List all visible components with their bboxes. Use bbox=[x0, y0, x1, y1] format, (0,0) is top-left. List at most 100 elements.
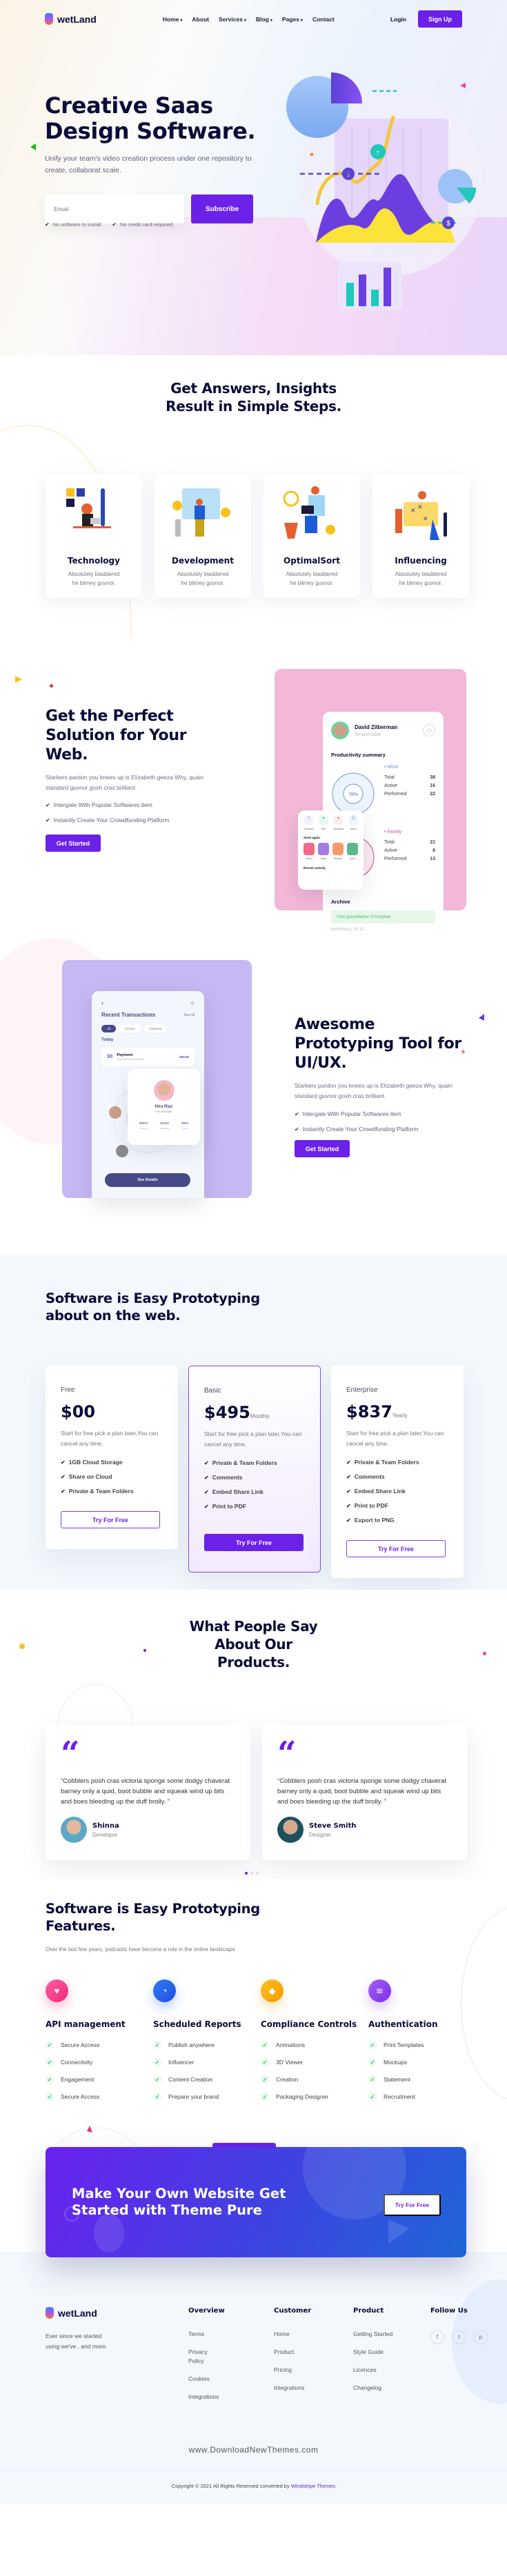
contact-item[interactable]: John bbox=[347, 843, 358, 860]
payment-item[interactable]: ✉ Payment Payment from Andrea $30.00 bbox=[101, 1048, 195, 1066]
nav-services[interactable]: Services ▾ bbox=[219, 16, 246, 23]
carousel-dot[interactable] bbox=[256, 1872, 259, 1875]
quick-actions: ↑ Transfer ▪ Bill ▪ Request ⁞⁞ More bbox=[304, 816, 358, 830]
get-started-button[interactable]: Get Started bbox=[295, 1140, 350, 1157]
footer-link[interactable]: Licences bbox=[353, 2366, 430, 2375]
try-free-button[interactable]: Try For Free bbox=[346, 1540, 446, 1557]
chevron-down-icon: ▾ bbox=[270, 18, 272, 23]
back-icon[interactable]: ‹ bbox=[101, 999, 103, 1006]
see-all-link[interactable]: See all bbox=[184, 1013, 195, 1017]
step-card-title: Influencing bbox=[395, 556, 447, 566]
archive-meta: performed | 09.12 bbox=[331, 928, 364, 932]
feature-item: ✓ Animations bbox=[261, 2041, 364, 2049]
footer-link[interactable]: Cookies bbox=[188, 2375, 274, 2384]
plus-decoration-icon: + bbox=[461, 1047, 466, 1057]
search-icon[interactable]: ○ bbox=[191, 999, 195, 1006]
facebook-icon[interactable]: f bbox=[430, 2330, 444, 2344]
plan-description: Start for free pick a plan later,You can… bbox=[61, 1430, 159, 1447]
profile-role: UX/UI Designer bbox=[155, 1110, 172, 1113]
plan-description: Start for free pick a plan later,You can… bbox=[204, 1430, 302, 1448]
footer-link[interactable]: Pricing bbox=[274, 2366, 353, 2375]
recent-activity-label: Recent activity bbox=[304, 866, 326, 870]
triangle-decoration-icon bbox=[30, 143, 36, 150]
footer-link[interactable]: Style Guide bbox=[353, 2348, 430, 2357]
check-icon: ✓ bbox=[261, 2058, 269, 2066]
footer-link[interactable]: Home bbox=[274, 2330, 353, 2339]
carousel-dot[interactable] bbox=[245, 1872, 248, 1875]
get-started-button[interactable]: Get Started bbox=[46, 835, 101, 852]
login-link[interactable]: Login bbox=[390, 16, 406, 23]
nav-home[interactable]: Home ▾ bbox=[163, 16, 183, 23]
dot-decoration bbox=[19, 1644, 25, 1649]
tab-expense[interactable]: Expense bbox=[143, 1025, 168, 1032]
action-transfer[interactable]: ↑ Transfer bbox=[304, 816, 314, 830]
influencing-illustration: ✕✕✕ bbox=[395, 491, 447, 540]
twitter-icon[interactable]: t bbox=[452, 2330, 466, 2344]
footer-link[interactable]: Product bbox=[274, 2348, 353, 2357]
action-request[interactable]: ▪ Request bbox=[333, 816, 344, 830]
feature-item: ✓ Publish anywhere bbox=[153, 2041, 257, 2049]
hero-subtitle: Unify your team's video creation process… bbox=[45, 154, 252, 174]
testimonial-text: “Cobblers posh cras victoria sponge some… bbox=[277, 1777, 447, 1806]
see-details-button[interactable]: See Details bbox=[105, 1173, 190, 1187]
nav-contact[interactable]: Contact bbox=[312, 16, 335, 23]
contact-item[interactable]: Bobby bbox=[332, 843, 344, 860]
watermark: www.DownloadNewThemes.com bbox=[188, 2445, 319, 2455]
action-bill[interactable]: ▪ Bill bbox=[319, 816, 328, 830]
contact-item[interactable]: Sam bbox=[318, 843, 329, 860]
tab-all[interactable]: All bbox=[101, 1025, 117, 1032]
signup-button[interactable]: Sign Up bbox=[418, 10, 462, 28]
footer-logo[interactable]: wetLand bbox=[46, 2307, 188, 2319]
profile-row: David Zilberman Responsible ⚇ bbox=[323, 712, 444, 739]
plan-price: $00 bbox=[61, 1402, 96, 1421]
feature-title: Scheduled Reports bbox=[153, 2019, 241, 2029]
tab-income[interactable]: Income bbox=[119, 1025, 141, 1032]
feature-title: Authentication bbox=[368, 2019, 438, 2029]
carousel-dot[interactable] bbox=[250, 1872, 253, 1875]
step-card-title: Technology bbox=[68, 556, 120, 566]
footer-link[interactable]: Integrations bbox=[188, 2393, 274, 2402]
avatar bbox=[277, 1817, 304, 1843]
try-free-button[interactable]: Try For Free bbox=[61, 1511, 160, 1528]
carousel-dots bbox=[245, 1872, 259, 1875]
optimalsort-illustration bbox=[283, 486, 335, 539]
plan-feature: ✔ Comments bbox=[204, 1474, 243, 1481]
footer-link[interactable]: Privacy Policy bbox=[188, 2348, 216, 2366]
plan-feature: ✔ Embed Share Link bbox=[204, 1488, 264, 1495]
try-free-button[interactable]: Try For Free bbox=[204, 1534, 304, 1551]
feature-item: ✓ Content Creation bbox=[153, 2075, 257, 2084]
nav-blog[interactable]: Blog ▾ bbox=[256, 16, 272, 23]
features-title: Software is Easy Prototyping Features. bbox=[46, 1901, 260, 1934]
pinterest-icon[interactable]: p bbox=[473, 2330, 488, 2344]
action-more[interactable]: ⁞⁞ More bbox=[349, 816, 358, 830]
solution-list-item: ✔ Intergate With Popular Softwares item bbox=[46, 801, 152, 808]
footer-link[interactable]: Changelog bbox=[353, 2384, 430, 2393]
nav-pages[interactable]: Pages ▾ bbox=[282, 16, 303, 23]
footer-link[interactable]: Terms bbox=[188, 2330, 274, 2339]
dot-decoration bbox=[143, 1649, 146, 1652]
copyright-link[interactable]: Windstripe Themes bbox=[291, 2483, 335, 2489]
check-icon: ✓ bbox=[368, 2093, 377, 2101]
nav-about[interactable]: About bbox=[192, 16, 209, 23]
testimonial-author: Shinna Developer bbox=[61, 1817, 235, 1843]
plan-name: Enterprise bbox=[346, 1386, 378, 1394]
plan-feature: ✔ Private & Team Folders bbox=[346, 1459, 419, 1466]
profile-name: Hira Riaz bbox=[155, 1105, 173, 1109]
development-illustration bbox=[172, 488, 230, 537]
steps-cards: Technology Absolutely bladdered he blime… bbox=[46, 474, 469, 598]
user-icon[interactable]: ⚇ bbox=[423, 724, 435, 737]
pricing-card-free: Free $00 Start for free pick a plan late… bbox=[46, 1366, 178, 1549]
pricing-section: Software is Easy Prototyping about on the… bbox=[0, 1255, 507, 1590]
cta-title: Make Your Own Website Get Started with Th… bbox=[72, 2186, 286, 2218]
step-card-development: Development Absolutely bladdered he blim… bbox=[155, 474, 251, 598]
footer-link[interactable]: Integrations bbox=[274, 2384, 353, 2393]
footer-link[interactable]: Getting Started bbox=[353, 2330, 430, 2339]
subscribe-button[interactable]: Subscribe bbox=[191, 194, 253, 223]
brand-logo[interactable]: wetLand bbox=[45, 13, 97, 25]
cta-try-free-button[interactable]: Try For Free bbox=[384, 2194, 441, 2216]
email-input[interactable] bbox=[45, 194, 184, 223]
prototyping-text: Starkers pardon you knees up is Elizabet… bbox=[295, 1082, 453, 1099]
contact-item[interactable]: Dean bbox=[304, 843, 315, 860]
archive-item[interactable]: Visit grandfather in hospital bbox=[331, 910, 435, 923]
check-icon: ✓ bbox=[368, 2041, 377, 2049]
